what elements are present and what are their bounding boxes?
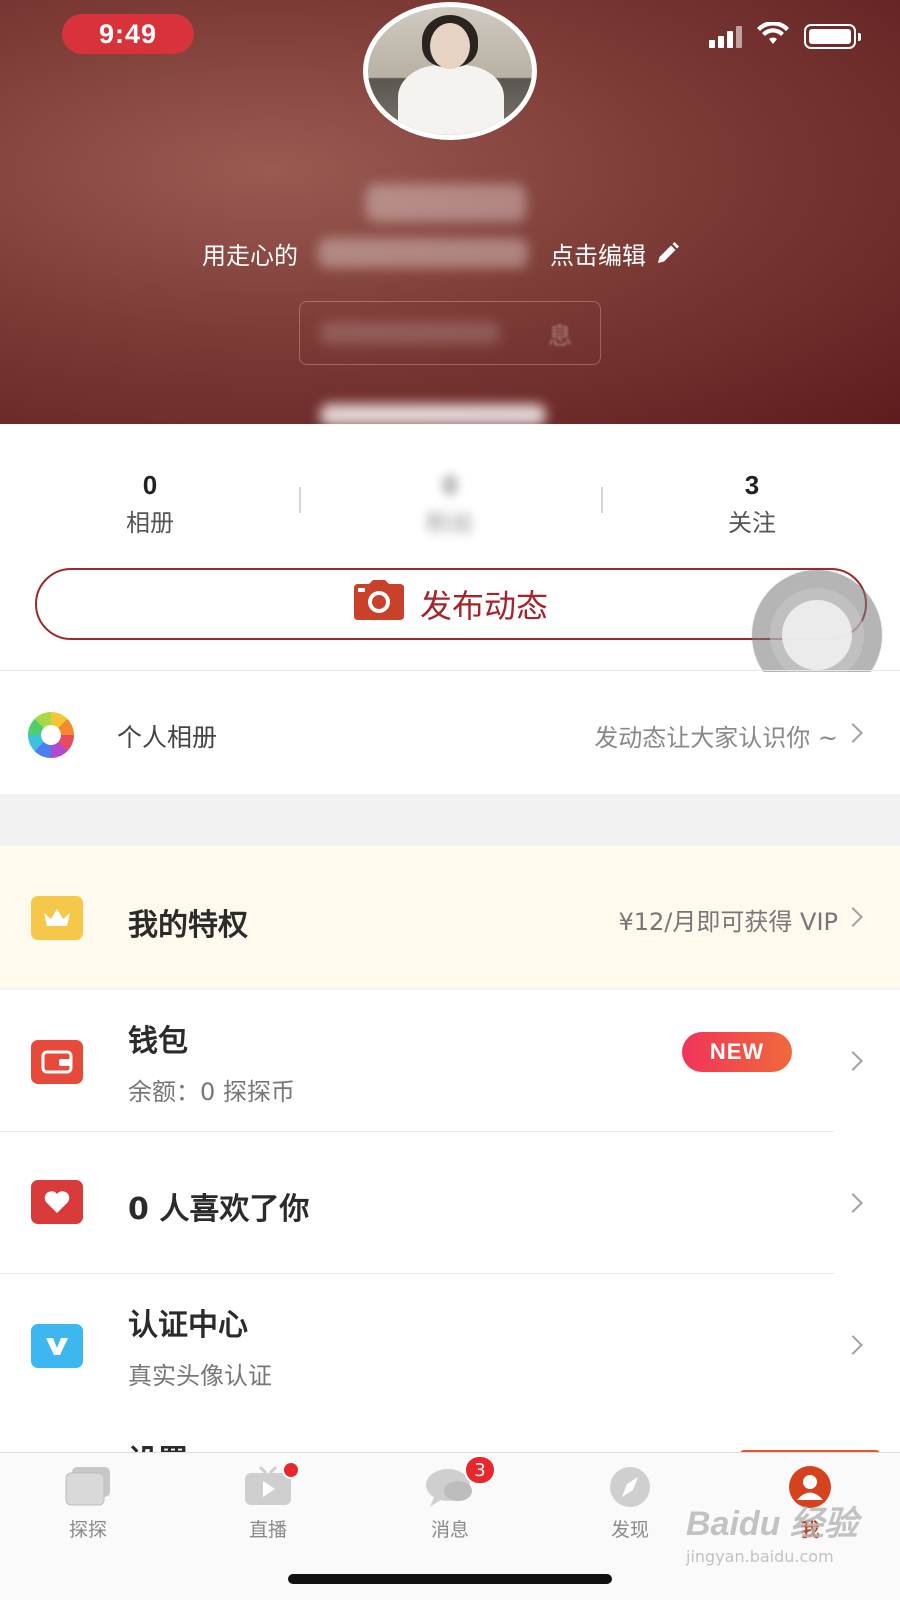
verify-title: 认证中心 xyxy=(128,1308,248,1343)
stat-label: 粉丝 xyxy=(426,509,474,537)
vip-privilege-row[interactable]: 我的特权 ¥12/月即可获得 VIP xyxy=(0,846,900,988)
profile-action-label: 息 xyxy=(548,322,572,350)
stat-label: 相册 xyxy=(126,509,174,537)
stat-value: 3 xyxy=(744,470,760,500)
tab-label: 发现 xyxy=(610,1519,649,1541)
status-time: 9:49 xyxy=(62,14,194,54)
tab-live[interactable]: 直播 xyxy=(208,1461,328,1542)
tab-label: 消息 xyxy=(430,1519,469,1541)
profile-header: 9:49 用走心的 点击编辑 息 xyxy=(0,0,900,424)
cards-icon xyxy=(62,1465,114,1509)
publish-post-button[interactable]: 发布动态 xyxy=(35,568,867,640)
verify-sub: 真实头像认证 xyxy=(128,1362,272,1390)
compass-icon xyxy=(604,1465,656,1509)
watermark-sub: jingyan.baidu.com xyxy=(686,1547,834,1566)
likes-title: 0 人喜欢了你 xyxy=(128,1192,310,1227)
tab-label: 直播 xyxy=(248,1519,287,1541)
signal-icon xyxy=(709,24,742,48)
chevron-right-icon xyxy=(843,723,863,743)
wifi-icon xyxy=(756,21,790,50)
chevron-right-icon xyxy=(843,1335,863,1355)
stat-value: 0 xyxy=(442,470,458,500)
status-icons xyxy=(709,21,861,50)
chevron-right-icon xyxy=(843,1051,863,1071)
wallet-balance: 余额：0 探探币 xyxy=(128,1078,295,1106)
home-indicator[interactable] xyxy=(288,1574,612,1584)
likes-row[interactable]: 0 人喜欢了你 xyxy=(0,1132,900,1274)
chevron-right-icon xyxy=(843,1193,863,1213)
edit-bio-link[interactable]: 点击编辑 xyxy=(550,236,680,271)
divider xyxy=(0,670,900,671)
wallet-icon xyxy=(31,1040,83,1084)
album-hint: 发动态让大家认识你 ~ xyxy=(594,724,838,752)
stats-row: 0 相册 0 粉丝 3 关注 xyxy=(0,470,900,540)
tab-discover[interactable]: 发现 xyxy=(570,1465,690,1542)
stats-divider xyxy=(299,487,301,513)
nickname-blurred xyxy=(366,184,526,222)
tab-tantan[interactable]: 探探 xyxy=(28,1465,148,1542)
verification-row[interactable]: 认证中心 真实头像认证 xyxy=(0,1274,900,1416)
tab-label: 探探 xyxy=(68,1519,107,1541)
verified-v-icon xyxy=(31,1324,83,1368)
pencil-icon xyxy=(654,241,680,267)
color-ring-icon xyxy=(28,712,74,758)
stat-label: 关注 xyxy=(728,509,776,537)
edit-bio-label: 点击编辑 xyxy=(550,242,646,270)
stat-albums[interactable]: 0 相册 xyxy=(50,470,250,538)
chevron-right-icon xyxy=(843,907,863,927)
publish-label: 发布动态 xyxy=(419,587,548,625)
stat-following[interactable]: 3 关注 xyxy=(652,470,852,538)
new-badge: NEW xyxy=(682,1032,792,1072)
profile-action-button[interactable]: 息 xyxy=(299,301,601,365)
crown-icon xyxy=(31,896,83,940)
wallet-row[interactable]: 钱包 余额：0 探探币 NEW xyxy=(0,990,900,1132)
personal-album-row[interactable]: 个人相册 发动态让大家认识你 ~ xyxy=(0,672,900,794)
baidu-watermark: Baidu 经验 jingyan.baidu.com xyxy=(686,1496,858,1566)
live-tv-icon xyxy=(242,1461,300,1509)
bio-text: 用走心的 xyxy=(202,242,298,270)
live-badge-dot xyxy=(282,1461,300,1479)
wallet-title: 钱包 xyxy=(128,1024,188,1059)
stat-fans[interactable]: 0 粉丝 xyxy=(350,470,550,538)
vip-price: ¥12/月即可获得 VIP xyxy=(618,908,839,936)
bio-blurred xyxy=(318,238,528,268)
battery-icon xyxy=(804,23,861,49)
messages-badge: 3 xyxy=(464,1455,496,1485)
album-title: 个人相册 xyxy=(117,723,218,752)
camera-icon xyxy=(353,580,404,628)
stat-value: 0 xyxy=(142,470,158,500)
vip-title: 我的特权 xyxy=(128,908,248,943)
header-blurred-strip xyxy=(320,404,546,424)
avatar[interactable] xyxy=(363,2,537,140)
settings-row-partial[interactable]: 设置 xyxy=(0,1414,900,1454)
tab-messages[interactable]: 3 消息 xyxy=(390,1455,510,1542)
chat-bubble-icon: 3 xyxy=(424,1455,496,1509)
bio-row[interactable]: 用走心的 点击编辑 xyxy=(0,232,900,272)
heart-icon xyxy=(31,1180,83,1224)
watermark-main: Baidu 经验 xyxy=(686,1505,858,1543)
stats-divider xyxy=(601,487,603,513)
